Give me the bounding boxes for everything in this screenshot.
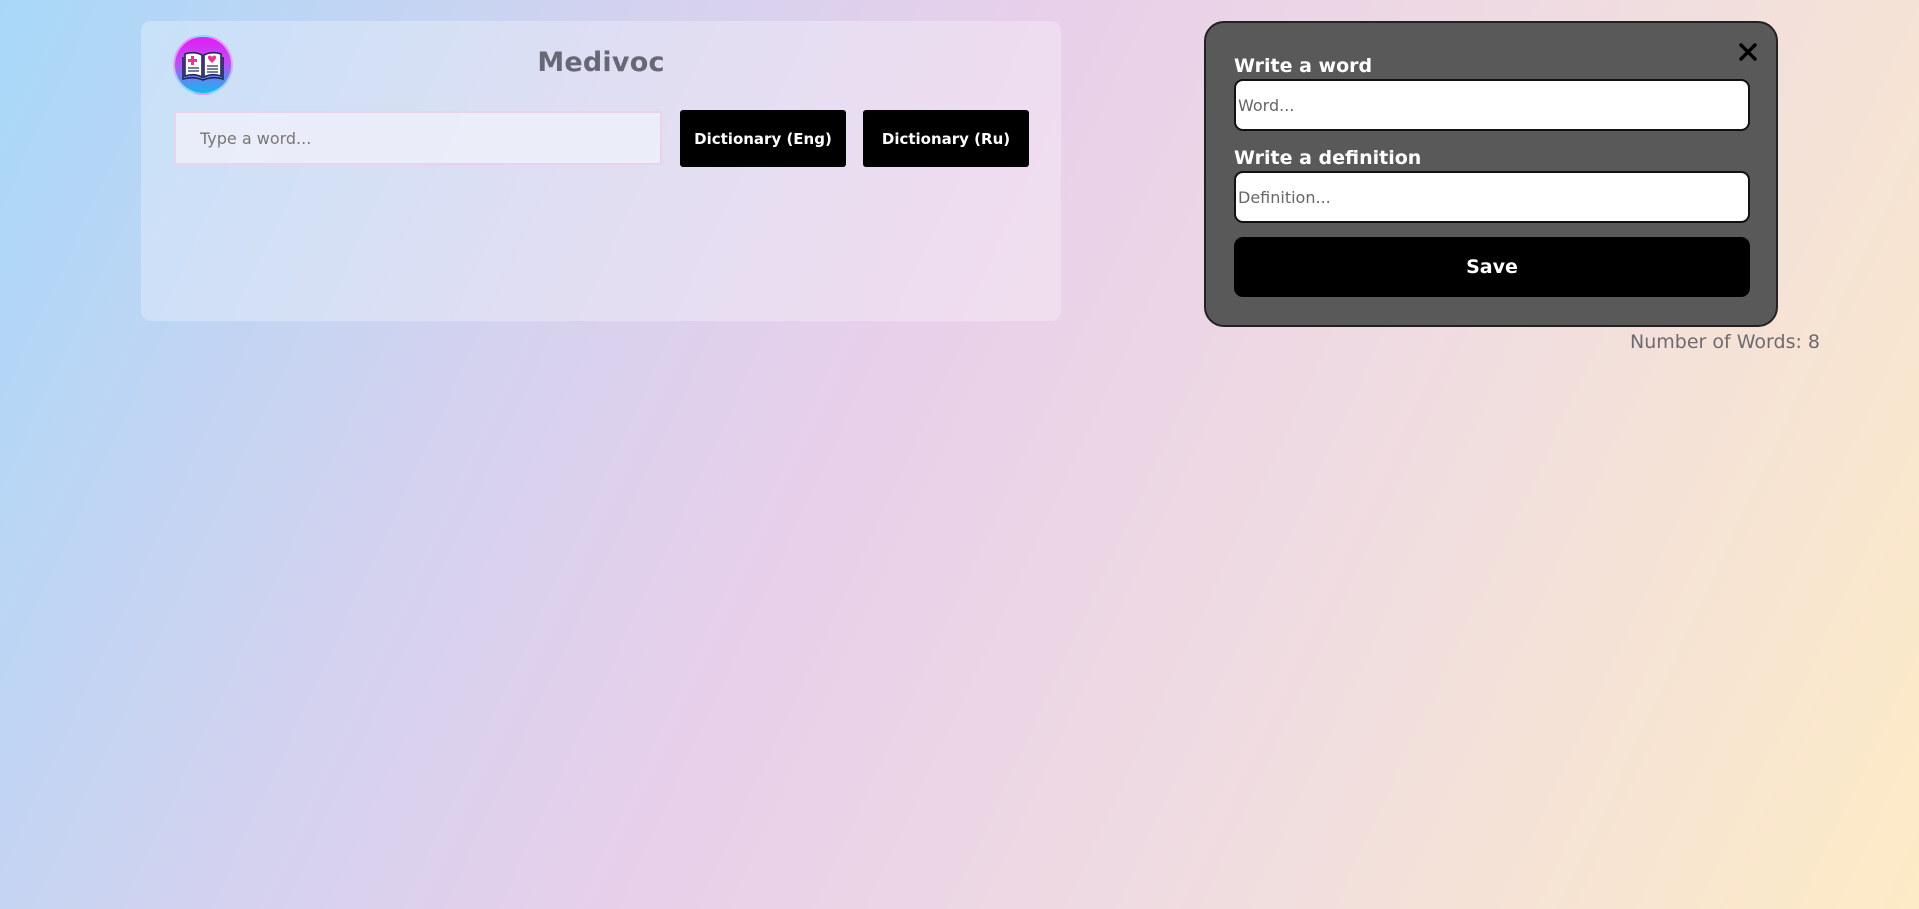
close-icon[interactable] bbox=[1737, 41, 1759, 63]
word-count: Number of Words: 8 bbox=[1630, 331, 1820, 353]
definition-input[interactable] bbox=[1234, 171, 1750, 223]
save-button[interactable]: Save bbox=[1234, 237, 1750, 297]
dictionary-eng-button[interactable]: Dictionary (Eng) bbox=[680, 110, 846, 167]
definition-label: Write a definition bbox=[1234, 147, 1422, 169]
word-label: Write a word bbox=[1234, 55, 1373, 77]
search-input[interactable] bbox=[174, 111, 662, 165]
word-input[interactable] bbox=[1234, 79, 1750, 131]
app-title: Medivoc bbox=[537, 47, 665, 78]
dictionary-ru-button[interactable]: Dictionary (Ru) bbox=[863, 110, 1029, 167]
main-card: Medivoc Dictionary (Eng) Dictionary (Ru) bbox=[141, 21, 1061, 321]
add-word-modal: Write a word Write a definition Save bbox=[1204, 21, 1778, 327]
